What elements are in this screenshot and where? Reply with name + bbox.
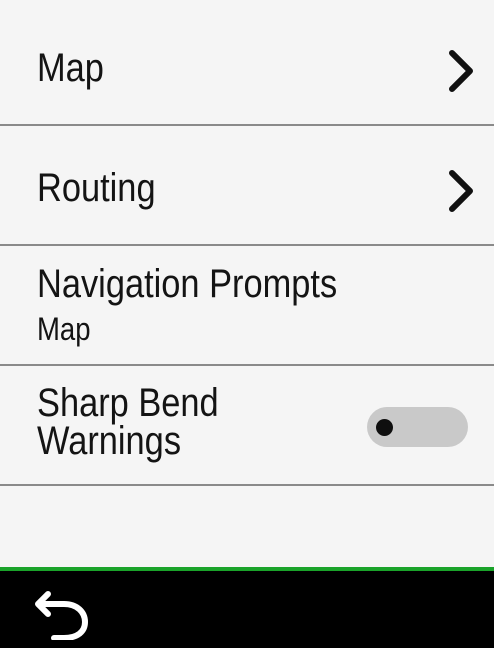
back-arrow-icon[interactable]: [30, 584, 96, 641]
footer-bar: [0, 567, 494, 648]
toggle-knob: [376, 419, 393, 436]
footer-accent-line: [0, 567, 494, 571]
menu-item-map-label: Map: [37, 46, 104, 90]
sharp-bend-warnings-toggle[interactable]: [367, 407, 468, 447]
menu-item-sharp-bend-warnings[interactable]: Sharp Bend Warnings: [0, 366, 494, 486]
sharp-bend-warnings-label: Sharp Bend Warnings: [37, 381, 219, 463]
chevron-right-icon: [446, 49, 476, 93]
menu-item-routing-label: Routing: [37, 166, 156, 210]
menu-item-routing[interactable]: Routing: [0, 126, 494, 246]
chevron-right-icon: [446, 169, 476, 213]
navigation-prompts-value: Map: [37, 311, 91, 347]
menu-item-map[interactable]: Map: [0, 0, 494, 126]
settings-screen: Map Routing Navigation Prompts Map Sharp…: [0, 0, 494, 648]
navigation-prompts-label: Navigation Prompts: [37, 262, 338, 306]
menu-item-navigation-prompts[interactable]: Navigation Prompts Map: [0, 246, 494, 366]
